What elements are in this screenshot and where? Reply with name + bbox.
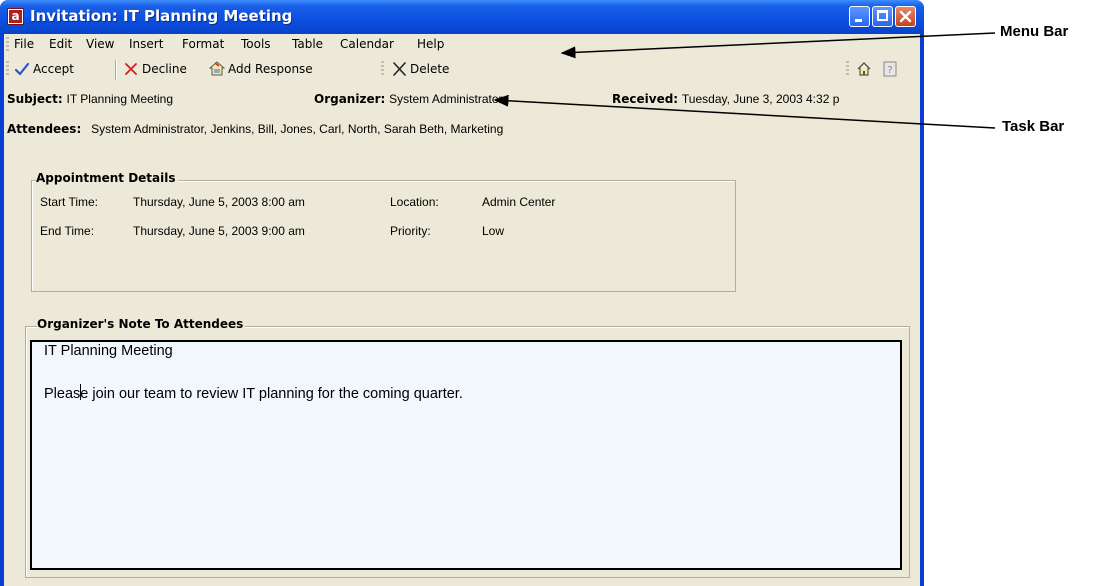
menu-bar-annotation: Menu Bar <box>1000 23 1069 40</box>
annotation-arrows <box>493 32 996 129</box>
task-bar-arrow <box>493 94 996 129</box>
task-bar-annotation: Task Bar <box>1002 118 1065 135</box>
menu-bar-arrow <box>560 32 996 59</box>
